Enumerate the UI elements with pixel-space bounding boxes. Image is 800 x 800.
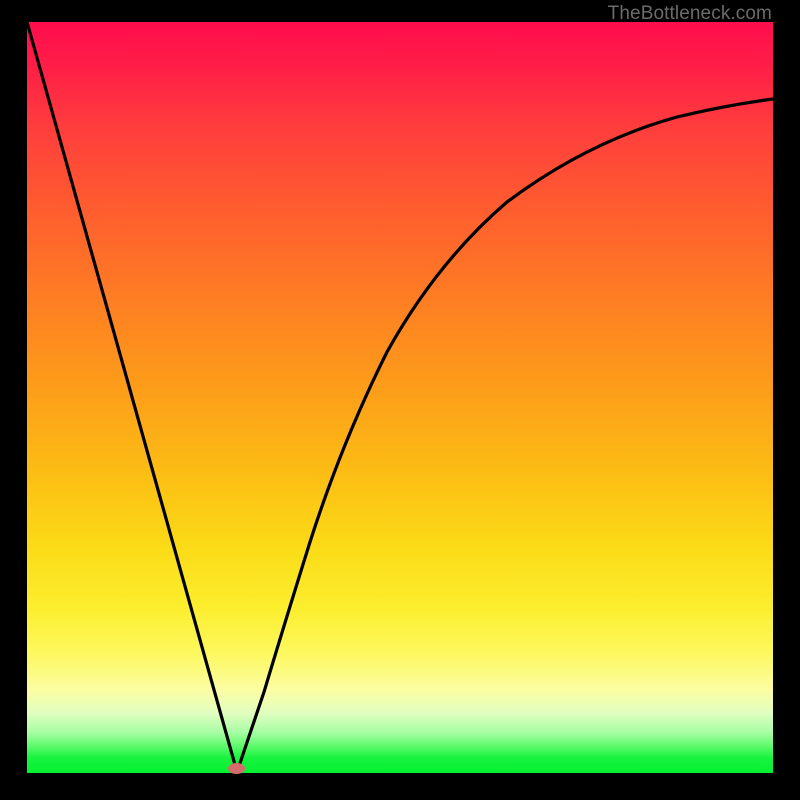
chart-frame: TheBottleneck.com	[0, 0, 800, 800]
curves-svg	[27, 22, 773, 773]
curve-right-branch	[237, 99, 773, 772]
minimum-marker	[228, 763, 245, 774]
plot-area	[27, 22, 773, 773]
curve-left-branch	[27, 22, 237, 772]
